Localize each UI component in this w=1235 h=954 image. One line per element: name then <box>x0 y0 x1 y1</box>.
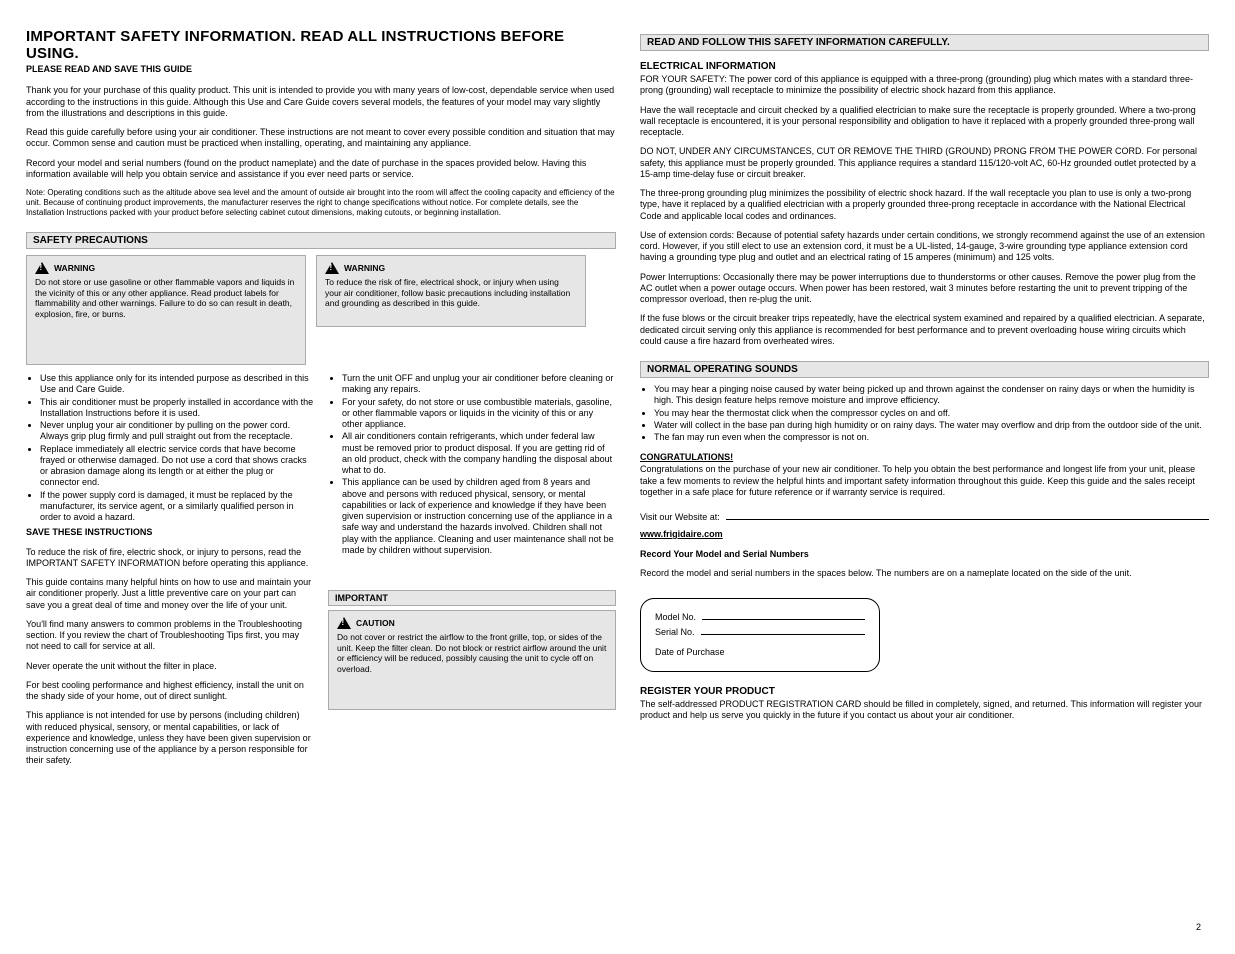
serial-label: Serial No. <box>655 627 695 637</box>
date-label: Date of Purchase <box>655 647 725 657</box>
warning-box-right: WARNING To reduce the risk of fire, elec… <box>316 255 586 327</box>
right-sub-para4: Never operate the unit without the filte… <box>26 661 314 672</box>
website: www.frigidaire.com <box>640 529 1209 539</box>
model-label: Model No. <box>655 612 696 622</box>
warning-left-body: Do not store or use gasoline or other fl… <box>35 277 297 320</box>
visit-line: Visit our Website at: <box>640 509 1209 522</box>
right-sub-para6: This appliance is not intended for use b… <box>26 710 314 766</box>
normal-sounds-list: You may hear a pinging noise caused by w… <box>654 384 1209 444</box>
right-sub-para2: This guide contains many helpful hints o… <box>26 577 314 611</box>
warning-icon <box>325 262 339 274</box>
warning-right-body: To reduce the risk of fire, electrical s… <box>325 277 577 309</box>
register-para: The self-addressed PRODUCT REGISTRATION … <box>640 699 1209 722</box>
congrats-heading: CONGRATULATIONS! <box>640 452 1209 462</box>
caution-title: CAUTION <box>356 618 395 629</box>
elec-p4: The three-prong grounding plug minimizes… <box>640 188 1209 222</box>
intro-3: Record your model and serial numbers (fo… <box>26 158 616 181</box>
right-sub-para1: To reduce the risk of fire, electric sho… <box>26 547 314 570</box>
list-item: Use this appliance only for its intended… <box>40 373 314 396</box>
caution-box: CAUTION Do not cover or restrict the air… <box>328 610 616 710</box>
important-bar: IMPORTANT <box>328 590 616 606</box>
list-item: This air conditioner must be properly in… <box>40 397 314 420</box>
elec-p3: DO NOT, UNDER ANY CIRCUMSTANCES, CUT OR … <box>640 146 1209 180</box>
register-heading: REGISTER YOUR PRODUCT <box>640 686 1209 697</box>
caution-body: Do not cover or restrict the airflow to … <box>337 632 607 675</box>
page-number: 2 <box>1196 922 1201 932</box>
record-box: Model No. Serial No. Date of Purchase <box>640 598 880 672</box>
normal-sounds-bar: NORMAL OPERATING SOUNDS <box>640 361 1209 378</box>
warning-left-title: WARNING <box>54 263 95 274</box>
right-sub-para3: You'll find many answers to common probl… <box>26 619 314 653</box>
elec-p2: Have the wall receptacle and circuit che… <box>640 105 1209 139</box>
warning-right-title: WARNING <box>344 263 385 274</box>
safety-bullet-list-1: Use this appliance only for its intended… <box>40 373 314 523</box>
record-title: Record Your Model and Serial Numbers <box>640 549 1209 560</box>
visit-label: Visit our Website at: <box>640 512 720 522</box>
save-instructions: SAVE THESE INSTRUCTIONS <box>26 527 314 538</box>
list-item: The fan may run even when the compressor… <box>654 432 1209 443</box>
elec-p1: FOR YOUR SAFETY: The power cord of this … <box>640 74 1209 97</box>
warning-icon <box>337 617 351 629</box>
elec-p5: Use of extension cords: Because of poten… <box>640 230 1209 264</box>
right-sub-para5: For best cooling performance and highest… <box>26 680 314 703</box>
elec-p6: Power Interruptions: Occasionally there … <box>640 272 1209 306</box>
electrical-heading: ELECTRICAL INFORMATION <box>640 61 1209 72</box>
warning-box-left: WARNING Do not store or use gasoline or … <box>26 255 306 365</box>
list-item: All air conditioners contain refrigerant… <box>342 431 616 476</box>
list-item: You may hear the thermostat click when t… <box>654 408 1209 419</box>
elec-p7: If the fuse blows or the circuit breaker… <box>640 313 1209 347</box>
warning-icon <box>35 262 49 274</box>
list-item: For your safety, do not store or use com… <box>342 397 616 431</box>
intro-1: Thank you for your purchase of this qual… <box>26 85 616 119</box>
list-item: You may hear a pinging noise caused by w… <box>654 384 1209 407</box>
list-item: This appliance can be used by children a… <box>342 477 616 556</box>
page-title: IMPORTANT SAFETY INFORMATION. READ ALL I… <box>26 28 616 62</box>
intro-2: Read this guide carefully before using y… <box>26 127 616 150</box>
subtitle: PLEASE READ AND SAVE THIS GUIDE <box>26 64 616 75</box>
read-follow-bar: READ AND FOLLOW THIS SAFETY INFORMATION … <box>640 34 1209 51</box>
safety-bullet-list-2: Turn the unit OFF and unplug your air co… <box>342 373 616 556</box>
list-item: Water will collect in the base pan durin… <box>654 420 1209 431</box>
record-text: Record the model and serial numbers in t… <box>640 568 1209 579</box>
intro-note: Note: Operating conditions such as the a… <box>26 188 616 218</box>
safety-precautions-bar: SAFETY PRECAUTIONS <box>26 232 616 249</box>
list-item: Replace immediately all electric service… <box>40 444 314 489</box>
congrats-para: Congratulations on the purchase of your … <box>640 464 1209 498</box>
list-item: Turn the unit OFF and unplug your air co… <box>342 373 616 396</box>
list-item: Never unplug your air conditioner by pul… <box>40 420 314 443</box>
list-item: If the power supply cord is damaged, it … <box>40 490 314 524</box>
